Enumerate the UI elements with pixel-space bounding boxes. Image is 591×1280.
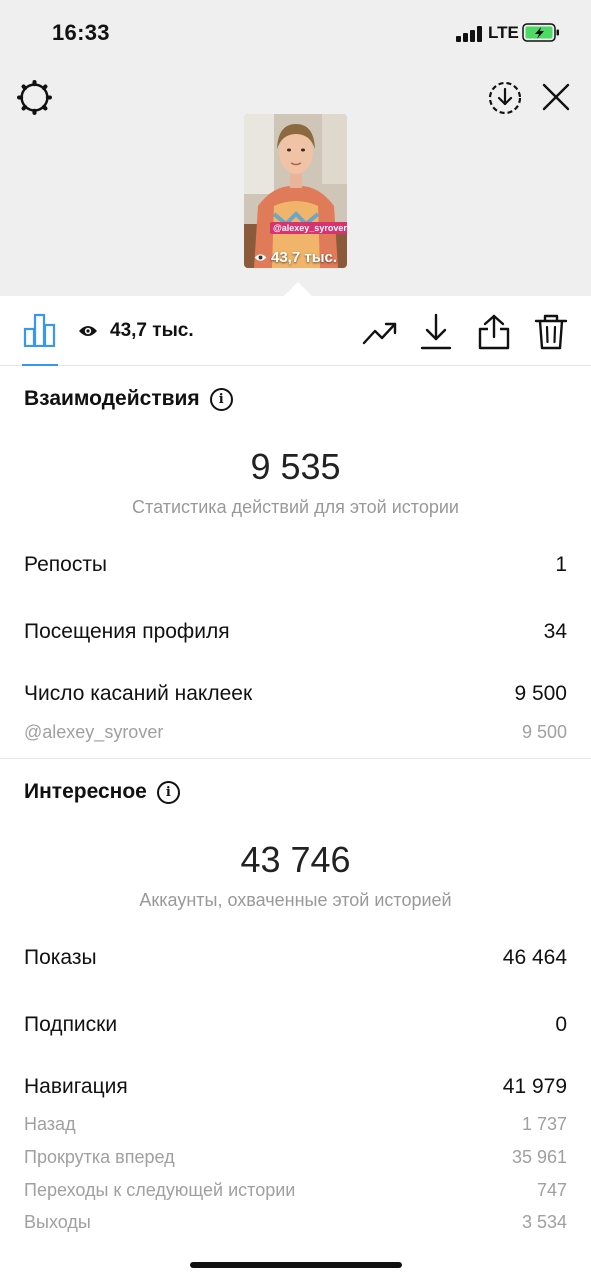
eye-icon (79, 326, 97, 336)
interactions-total: 9 535 (250, 446, 341, 487)
discovery-title-text: Интересное (24, 780, 147, 803)
interaction-row-profile-visits: Посещения профиля 34 (24, 620, 567, 644)
interaction-subrow-sticker: @alexey_syrover 9 500 (24, 722, 567, 743)
row-label: Подписки (24, 1013, 118, 1036)
trash-icon[interactable] (534, 313, 568, 351)
trending-icon[interactable] (362, 319, 398, 347)
row-value: 46 464 (502, 946, 567, 969)
mention-sticker: @alexey_syrover (270, 222, 347, 234)
row-label: Назад (24, 1114, 76, 1134)
section-divider (0, 758, 591, 759)
row-value: 747 (536, 1180, 567, 1200)
thumbnail-view-count: 43,7 тыс. (244, 249, 347, 266)
row-label: @alexey_syrover (24, 722, 164, 742)
status-time: 16:33 (52, 20, 110, 45)
navigation-subrow-exits: Выходы 3 534 (24, 1212, 567, 1233)
row-label: Прокрутка вперед (24, 1147, 175, 1167)
story-thumbnail[interactable]: @alexey_syrover 43,7 тыс. (244, 114, 347, 268)
settings-gear-icon[interactable] (16, 79, 53, 116)
row-label: Переходы к следующей истории (24, 1180, 296, 1200)
discovery-caption: Аккаунты, охваченные этой историей (139, 890, 452, 910)
save-story-icon[interactable] (487, 80, 523, 116)
download-icon[interactable] (420, 313, 452, 351)
info-icon[interactable]: i (209, 387, 233, 411)
bar-chart-icon[interactable] (23, 313, 57, 347)
signal-icon (456, 26, 482, 42)
interactions-caption: Статистика действий для этой истории (132, 497, 459, 517)
thumbnail-pointer (283, 282, 313, 297)
row-label: Посещения профиля (24, 620, 230, 643)
row-value: 1 (555, 553, 567, 576)
discovery-row-follows: Подписки 0 (24, 1013, 567, 1037)
interactions-title: Взаимодействия i (24, 387, 233, 411)
row-label: Показы (24, 946, 97, 969)
row-value: 3 534 (521, 1212, 567, 1232)
row-value: 1 737 (521, 1114, 567, 1134)
interaction-row-sticker-taps: Число касаний наклеек 9 500 (24, 682, 567, 706)
row-value: 9 500 (514, 682, 567, 705)
close-icon[interactable] (541, 82, 571, 112)
network-label: LTE (488, 23, 519, 42)
share-icon[interactable] (477, 313, 511, 351)
row-value: 34 (543, 620, 567, 643)
battery-icon (522, 23, 559, 42)
interaction-row-shares: Репосты 1 (24, 553, 567, 577)
home-indicator[interactable] (190, 1262, 402, 1268)
discovery-row-impressions: Показы 46 464 (24, 946, 567, 970)
row-label: Выходы (24, 1212, 91, 1232)
thumbnail-views-label: 43,7 тыс. (270, 249, 338, 266)
info-icon[interactable]: i (156, 780, 180, 804)
row-label: Число касаний наклеек (24, 682, 253, 705)
row-value: 9 500 (521, 722, 567, 742)
row-value: 0 (555, 1013, 567, 1036)
row-value: 41 979 (502, 1075, 567, 1098)
views-count-label: 43,7 тыс. (110, 320, 194, 341)
row-label: Репосты (24, 553, 108, 576)
navigation-subrow-back: Назад 1 737 (24, 1114, 567, 1135)
eye-icon (254, 254, 267, 261)
story-image (244, 114, 347, 268)
navigation-subrow-forward: Прокрутка вперед 35 961 (24, 1147, 567, 1168)
navigation-subrow-next-story: Переходы к следующей истории 747 (24, 1180, 567, 1201)
discovery-title: Интересное i (24, 780, 180, 804)
views-count[interactable]: 43,7 тыс. (78, 320, 194, 342)
row-label: Навигация (24, 1075, 128, 1098)
discovery-row-navigation: Навигация 41 979 (24, 1075, 567, 1099)
discovery-total: 43 746 (240, 839, 351, 880)
active-tab-indicator (22, 364, 58, 366)
interactions-title-text: Взаимодействия (24, 387, 200, 410)
row-value: 35 961 (511, 1147, 567, 1167)
